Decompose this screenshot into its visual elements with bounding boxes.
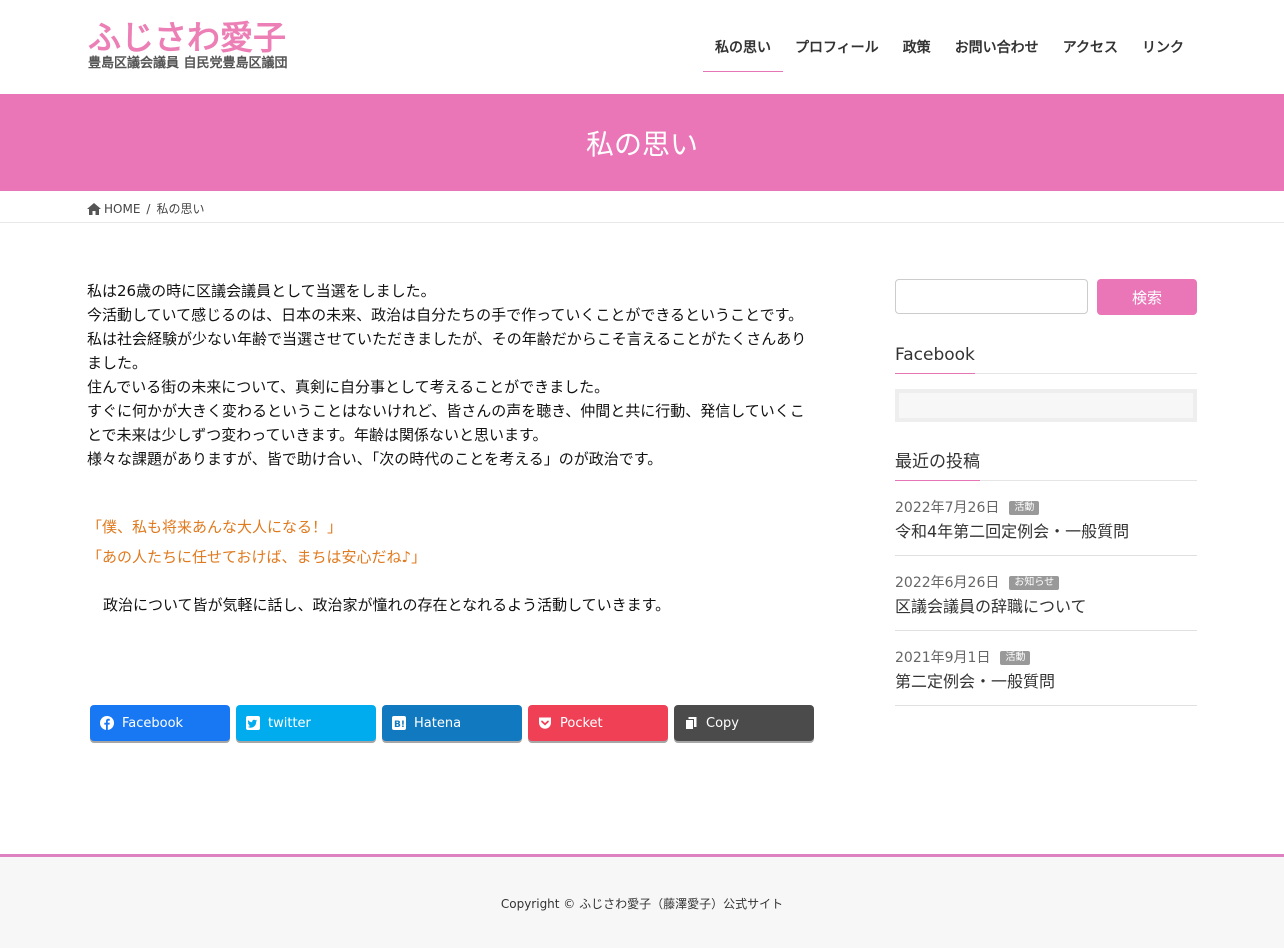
recent-post[interactable]: 2021年9月1日 活動 第二定例会・一般質問 [895,631,1197,706]
share-pocket-label: Pocket [560,715,603,731]
copyright-text: Copyright © ふじさわ愛子（藤澤愛子）公式サイト [500,897,784,911]
twitter-icon [246,716,260,730]
post-date: 2022年7月26日 [895,500,1000,516]
quotes-block: 「僕、私も将来あんな大人になる！」 「あの人たちに任せておけば、まちは安心だね♪… [87,512,812,572]
page-title: 私の思い [585,127,698,161]
breadcrumb-current: 私の思い [156,202,205,216]
post-category-badge: お知らせ [1009,576,1060,590]
share-copy-button[interactable]: Copy [674,705,814,741]
post-category-badge: 活動 [1009,501,1040,515]
share-twitter-label: twitter [268,715,311,731]
nav-item-contact[interactable]: お問い合わせ [943,26,1051,72]
content-paragraph-4: 住んでいる街の未来について、真剣に自分事として考えることができました。 [87,378,610,396]
post-category-badge: 活動 [1000,651,1031,665]
facebook-widget-title-text: Facebook [895,339,975,374]
post-title-link[interactable]: 令和4年第二回定例会・一般質問 [895,520,1197,544]
nav-item-omoi[interactable]: 私の思い [702,26,783,72]
share-facebook-button[interactable]: Facebook [90,705,230,741]
copy-icon [684,716,698,730]
content-paragraph-2: 今活動していて感じるのは、日本の未来、政治は自分たちの手で作っていくことができる… [87,306,804,324]
share-pocket-button[interactable]: Pocket [528,705,668,741]
post-date: 2022年6月26日 [895,575,1000,591]
content-paragraph-6: 様々な課題がありますが、皆で助け合い、「次の時代のことを考える」のが政治です。 [87,450,663,468]
recent-post[interactable]: 2022年7月26日 活動 令和4年第二回定例会・一般質問 [895,481,1197,556]
recent-post[interactable]: 2022年6月26日 お知らせ 区議会議員の辞職について [895,556,1197,631]
facebook-icon [100,716,114,730]
content-paragraph-1: 私は26歳の時に区議会議員として当選をしました。 [87,282,436,300]
closing-statement: 政治について皆が気軽に話し、政治家が憧れの存在となれるよう活動していきます。 [103,596,671,614]
nav-item-access[interactable]: アクセス [1051,26,1130,72]
quote-1: 「僕、私も将来あんな大人になる！」 [87,518,343,536]
sidebar: 検索 Facebook 最近の投稿 2022年7月26日 活動 令和4年第二回定… [895,279,1197,706]
breadcrumb: HOME / 私の思い [0,191,1284,223]
nav-item-profile[interactable]: プロフィール [783,26,891,72]
hatena-icon: B! [392,716,406,730]
quote-2: 「あの人たちに任せておけば、まちは安心だね♪」 [87,548,427,566]
search-input[interactable] [895,279,1088,314]
site-footer: Copyright © ふじさわ愛子（藤澤愛子）公式サイト [0,854,1284,948]
share-facebook-label: Facebook [122,715,184,731]
home-icon [87,202,101,215]
content-paragraph-5: すぐに何かが大きく変わるということはないけれど、皆さんの声を聴き、仲間と共に行動… [87,402,805,444]
search-form: 検索 [895,279,1197,315]
facebook-widget-title: Facebook [895,339,1197,374]
facebook-embed-box [895,389,1197,422]
post-date: 2021年9月1日 [895,650,991,666]
recent-posts-title: 最近の投稿 [895,446,1197,481]
share-copy-label: Copy [706,715,739,731]
content-paragraph-3: 私は社会経験が少ない年齢で当選させていただきましたが、その年齢だからこそ言えるこ… [87,330,807,372]
post-title-link[interactable]: 第二定例会・一般質問 [895,670,1197,694]
global-nav: 私の思い プロフィール 政策 お問い合わせ アクセス リンク [702,26,1196,72]
share-buttons: Facebook twitter B! Hatena Pocket Copy [90,705,820,741]
nav-item-policy[interactable]: 政策 [891,26,943,72]
site-logo[interactable]: ふじさわ愛子 豊島区議会議員 自民党豊島区議団 [88,20,320,72]
post-title-link[interactable]: 区議会議員の辞職について [895,595,1197,619]
breadcrumb-separator: / [146,201,151,216]
search-button[interactable]: 検索 [1097,279,1197,315]
pocket-icon [538,716,552,730]
logo-sub-text: 豊島区議会議員 自民党豊島区議団 [88,56,288,71]
nav-item-links[interactable]: リンク [1130,26,1196,72]
breadcrumb-home-link[interactable]: HOME [104,202,140,216]
site-header: ふじさわ愛子 豊島区議会議員 自民党豊島区議団 私の思い プロフィール 政策 お… [0,0,1284,94]
svg-text:B!: B! [394,720,405,730]
share-hatena-label: Hatena [414,715,462,731]
share-hatena-button[interactable]: B! Hatena [382,705,522,741]
main-content: 私は26歳の時に区議会議員として当選をしました。 今活動していて感じるのは、日本… [87,279,812,617]
share-twitter-button[interactable]: twitter [236,705,376,741]
recent-posts-title-text: 最近の投稿 [895,446,980,481]
page-header-band: 私の思い [0,94,1284,191]
logo-main-text: ふじさわ愛子 [88,18,286,57]
